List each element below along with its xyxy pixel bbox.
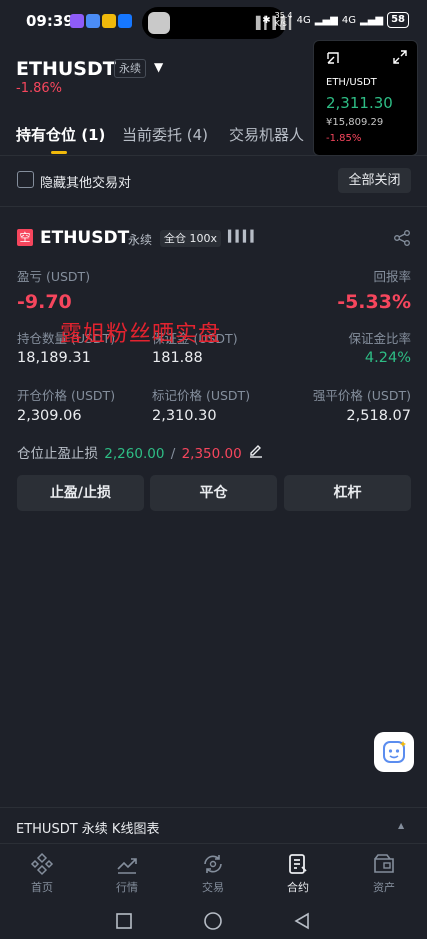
island-avatar (148, 12, 170, 34)
markets-icon (117, 858, 137, 874)
take-profit-value: 2,260.00 (104, 446, 165, 462)
close-position-button[interactable]: 平仓 (150, 475, 277, 511)
liq-price-value: 2,518.07 (346, 408, 411, 424)
nav-label: 行情 (116, 881, 138, 894)
divider (0, 155, 427, 156)
entry-price-value: 2,309.06 (17, 408, 82, 424)
floating-price-window[interactable]: ETH/USDT 2,311.30 ¥15,809.29 -1.85% (313, 40, 418, 156)
roe-value: -5.33% (337, 291, 411, 313)
system-navigation (0, 901, 427, 939)
roe-label: 回报率 (373, 269, 411, 284)
signal-label-2: 4G (341, 14, 356, 26)
notification-binance-icon (102, 14, 116, 28)
home-button-icon[interactable] (203, 911, 223, 931)
kline-chart-bar[interactable]: ETHUSDT 永续 K线图表 ▲ (0, 807, 427, 843)
stop-loss-value: 2,350.00 (181, 446, 242, 462)
short-side-badge: 空 (17, 229, 33, 246)
tpsl-separator: / (170, 446, 176, 462)
tab-open-orders[interactable]: 当前委托 (4) (122, 124, 208, 145)
recents-icon[interactable] (115, 912, 133, 930)
watermark-text: 露姐粉丝晒实盘 (60, 322, 222, 347)
nav-label: 合约 (287, 881, 309, 894)
position-tpsl-row: 仓位止盈止损 2,260.00 / 2,350.00 (17, 442, 244, 462)
notification-app-icon (70, 14, 84, 28)
nav-wallet[interactable]: 资产 (354, 852, 414, 895)
share-icon[interactable] (393, 229, 411, 247)
home-icon (30, 852, 54, 876)
divider (0, 206, 427, 207)
expand-icon[interactable] (393, 50, 407, 68)
signal-label-1: 4G (296, 14, 311, 26)
status-indicators: ✱ 35.4 K/s 4G ▂▄▆ 4G ▂▄▆ 58 (262, 12, 409, 28)
mark-price-label: 标记价格 (USDT) (152, 388, 251, 403)
ai-assistant-icon[interactable] (374, 732, 414, 772)
mini-symbol: ETH/USDT (326, 77, 377, 88)
signal-bars-icon: ▂▄▆ (360, 14, 384, 26)
tpsl-label: 仓位止盈止损 (17, 446, 98, 462)
net-speed: 35.4 K/s (274, 11, 293, 28)
margin-ratio-value: 4.24% (364, 350, 411, 366)
pair-dropdown-icon[interactable]: ▼ (154, 60, 163, 74)
mini-cny-price: ¥15,809.29 (326, 117, 384, 128)
notification-app-icon (118, 14, 132, 28)
perpetual-tag: 永续 (114, 59, 146, 78)
pnl-label: 盈亏 (USDT) (17, 269, 91, 284)
mini-change: -1.85% (326, 133, 362, 144)
nav-trade[interactable]: 交易 (183, 852, 243, 895)
futures-icon (289, 854, 307, 874)
signal-bars-icon: ▂▄▆ (314, 14, 338, 26)
liq-price-label: 强平价格 (USDT) (312, 388, 411, 403)
hide-other-pairs-checkbox[interactable] (17, 171, 34, 188)
margin-leverage-tag: 全仓 100x (160, 230, 222, 247)
pair-change: -1.86% (16, 81, 62, 96)
margin-value: 181.88 (152, 350, 203, 366)
hide-other-pairs-label[interactable]: 隐藏其他交易对 (40, 172, 131, 191)
expand-up-icon[interactable]: ▲ (398, 821, 404, 830)
mini-price: 2,311.30 (326, 94, 393, 112)
trade-icon (204, 855, 222, 873)
nav-futures[interactable]: 合约 (268, 852, 328, 895)
position-type: 永续 (128, 233, 153, 247)
leverage-button[interactable]: 杠杆 (284, 475, 411, 511)
notification-app-icon (86, 14, 100, 28)
nav-label: 首页 (31, 881, 53, 894)
bottom-navigation: 首页 行情 交易 合约 资产 (0, 843, 427, 901)
tab-trading-bots[interactable]: 交易机器人 (229, 124, 304, 145)
battery-indicator: 58 (387, 12, 409, 28)
wallet-icon (374, 854, 394, 873)
nav-label: 交易 (202, 881, 224, 894)
close-all-button[interactable]: 全部关闭 (338, 168, 411, 193)
entry-price-label: 开仓价格 (USDT) (17, 388, 116, 403)
tpsl-button[interactable]: 止盈/止损 (17, 475, 144, 511)
size-value: 18,189.31 (17, 350, 91, 366)
status-time: 09:39 (26, 12, 74, 30)
pnl-value: -9.70 (17, 291, 72, 313)
nav-home[interactable]: 首页 (12, 852, 72, 895)
tab-positions[interactable]: 持有仓位 (1) (16, 124, 105, 145)
kline-chart-label: ETHUSDT 永续 K线图表 (16, 822, 160, 837)
status-bar: 09:39 ▌▎▍▌▎ ✱ 35.4 K/s 4G ▂▄▆ 4G ▂▄▆ 58 (0, 0, 427, 44)
pair-title[interactable]: ETHUSDT (16, 58, 116, 80)
nav-label: 资产 (373, 881, 395, 894)
position-symbol[interactable]: ETHUSDT (40, 228, 129, 248)
mark-price-value: 2,310.30 (152, 408, 217, 424)
margin-ratio-label: 保证金比率 (348, 331, 411, 346)
nav-markets[interactable]: 行情 (97, 852, 157, 895)
risk-bars-icon: ▍▍▍▍ (228, 230, 259, 243)
return-to-app-icon[interactable] (326, 51, 340, 69)
edit-tpsl-icon[interactable] (248, 442, 264, 458)
back-icon[interactable] (293, 912, 311, 930)
bluetooth-icon: ✱ (262, 14, 271, 26)
active-tab-indicator (51, 151, 67, 154)
